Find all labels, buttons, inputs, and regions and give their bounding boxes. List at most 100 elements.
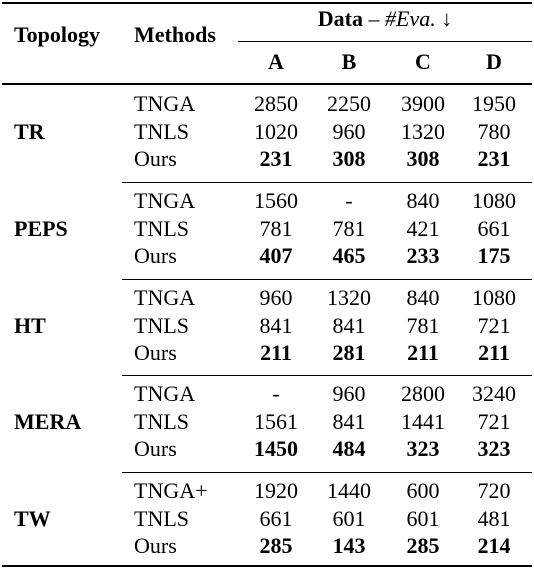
- table-cell: 143: [332, 533, 366, 558]
- table-cell: 841: [259, 312, 293, 338]
- table-cell: 3240: [472, 381, 516, 406]
- table-cell: 1560: [254, 188, 298, 213]
- table-cell: 484: [332, 436, 366, 461]
- table-cell: 1950: [472, 91, 516, 116]
- method-label: TNLS: [134, 505, 189, 531]
- table-cell: 323: [477, 436, 511, 461]
- table-cell: 840: [406, 188, 440, 213]
- header-data: Data – #Eva. ↓: [238, 6, 532, 32]
- table-cell: 601: [406, 505, 440, 531]
- table-cell: 465: [332, 243, 366, 268]
- header-bottom-rule: [2, 83, 532, 85]
- method-label: TNLS: [134, 118, 189, 144]
- table-cell: 323: [406, 436, 440, 461]
- header-cmidrule: [238, 41, 532, 42]
- table-cell: 1561: [254, 408, 298, 434]
- header-col-c: C: [415, 49, 431, 74]
- table-cell: 960: [332, 118, 366, 144]
- group-separator-rule: [122, 472, 532, 473]
- table-cell: 960: [259, 285, 293, 310]
- table-cell: 1920: [254, 478, 298, 503]
- method-label: Ours: [134, 533, 177, 558]
- table-cell: -: [345, 188, 353, 213]
- method-label: TNGA: [134, 381, 196, 406]
- table-cell: 3900: [401, 91, 445, 116]
- top-rule: [2, 2, 532, 4]
- table-cell: 2250: [327, 91, 371, 116]
- header-topology: Topology: [14, 22, 101, 47]
- table-cell: 661: [477, 215, 511, 241]
- topology-label: TW: [14, 505, 51, 531]
- header-col-a: A: [268, 49, 284, 74]
- table-cell: 1080: [472, 285, 516, 310]
- method-label: Ours: [134, 340, 177, 365]
- table-cell: 600: [406, 478, 440, 503]
- table-cell: 840: [406, 285, 440, 310]
- header-data-label: Data: [317, 6, 363, 31]
- table-cell: 407: [259, 243, 293, 268]
- topology-label: MERA: [14, 408, 82, 434]
- table-cell: 1450: [254, 436, 298, 461]
- table-cell: 1440: [327, 478, 371, 503]
- table-cell: 231: [259, 146, 293, 171]
- group-separator-rule: [122, 182, 532, 183]
- table-cell: 1441: [401, 408, 445, 434]
- table-cell: 2850: [254, 91, 298, 116]
- table-cell: 211: [260, 340, 292, 365]
- method-label: Ours: [134, 146, 177, 171]
- header-data-dash: –: [363, 6, 385, 31]
- table-cell: 721: [477, 408, 511, 434]
- table-cell: 2800: [401, 381, 445, 406]
- table-cell: 601: [332, 505, 366, 531]
- table-cell: 721: [477, 312, 511, 338]
- header-col-d: D: [486, 49, 502, 74]
- table-cell: 1080: [472, 188, 516, 213]
- table-cell: 214: [477, 533, 511, 558]
- table-cell: 841: [332, 408, 366, 434]
- header-data-metric: #Eva.: [385, 6, 436, 31]
- table-cell: 661: [259, 505, 293, 531]
- method-label: TNLS: [134, 312, 189, 338]
- table-cell: 285: [406, 533, 440, 558]
- group-separator-rule: [122, 279, 532, 280]
- table-cell: 421: [406, 215, 440, 241]
- table-cell: 233: [406, 243, 440, 268]
- table-cell: 841: [332, 312, 366, 338]
- table-cell: 781: [332, 215, 366, 241]
- method-label: TNGA: [134, 188, 196, 213]
- table-cell: 780: [477, 118, 511, 144]
- header-methods: Methods: [134, 22, 216, 47]
- table-cell: 481: [477, 505, 511, 531]
- table-cell: 211: [407, 340, 439, 365]
- topology-label: HT: [14, 312, 46, 338]
- method-label: TNGA: [134, 91, 196, 116]
- table-cell: -: [272, 381, 280, 406]
- method-label: TNGA+: [134, 478, 208, 503]
- table-cell: 1020: [254, 118, 298, 144]
- header-col-b: B: [341, 49, 357, 74]
- bottom-rule: [2, 565, 532, 567]
- table-cell: 308: [332, 146, 366, 171]
- table-cell: 781: [406, 312, 440, 338]
- table-cell: 960: [332, 381, 366, 406]
- method-label: TNGA: [134, 285, 196, 310]
- method-label: Ours: [134, 436, 177, 461]
- results-table: Topology Methods Data – #Eva. ↓ A B C D …: [0, 0, 534, 568]
- table-cell: 285: [259, 533, 293, 558]
- method-label: TNLS: [134, 408, 189, 434]
- group-separator-rule: [122, 375, 532, 376]
- table-cell: 1320: [401, 118, 445, 144]
- method-label: Ours: [134, 243, 177, 268]
- table-cell: 211: [478, 340, 510, 365]
- table-cell: 175: [477, 243, 511, 268]
- table-cell: 281: [332, 340, 366, 365]
- topology-label: TR: [14, 118, 45, 144]
- table-cell: 781: [259, 215, 293, 241]
- table-cell: 1320: [327, 285, 371, 310]
- table-cell: 308: [406, 146, 440, 171]
- topology-label: PEPS: [14, 215, 68, 241]
- table-cell: 720: [477, 478, 511, 503]
- table-cell: 231: [477, 146, 511, 171]
- down-arrow-icon: ↓: [435, 6, 453, 31]
- method-label: TNLS: [134, 215, 189, 241]
